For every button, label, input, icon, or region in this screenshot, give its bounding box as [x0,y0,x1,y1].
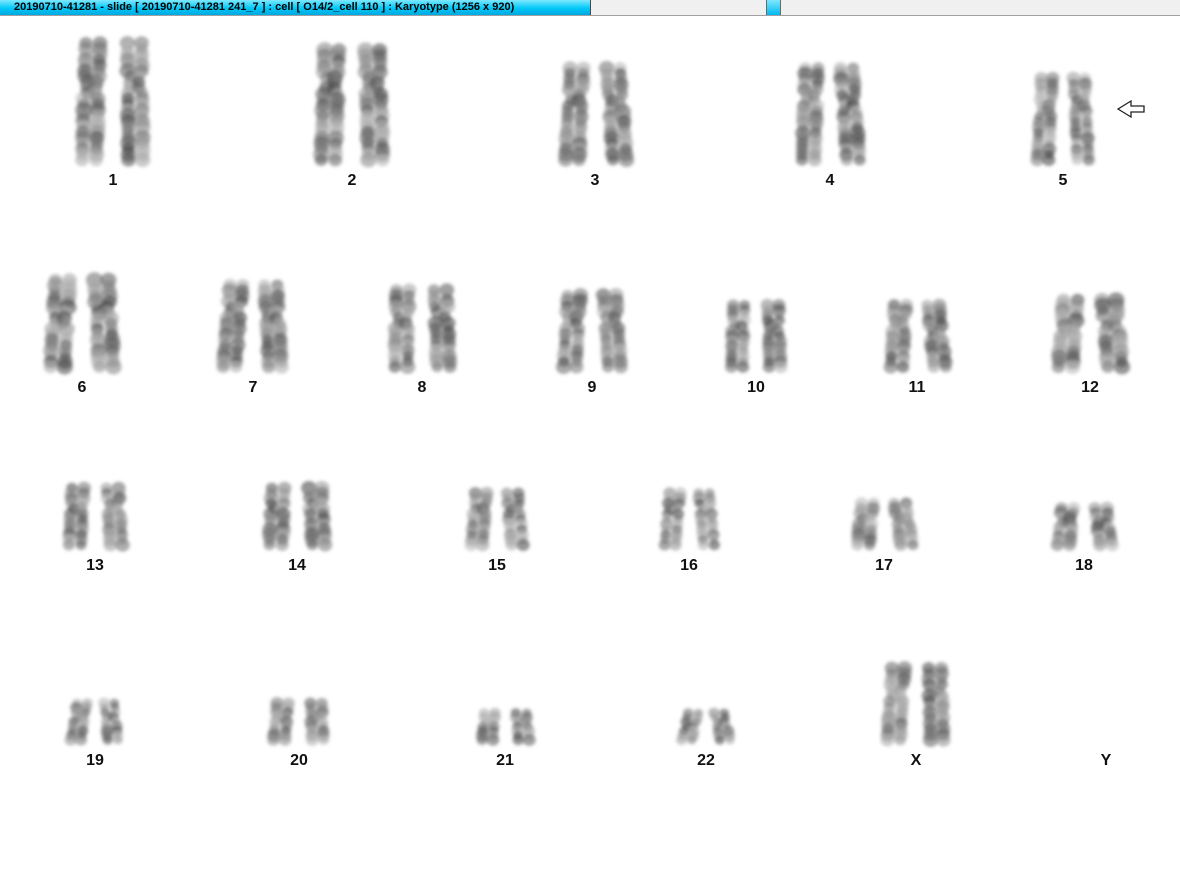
chromosome-pair-13[interactable] [48,481,143,552]
chromosome-pair-5[interactable] [1018,71,1108,167]
chromosome-label: 7 [248,379,258,396]
chromosome-label: Y [1100,752,1112,769]
chromosome-pair-22[interactable] [666,707,746,745]
window-titlebar[interactable]: 20190710-41281 - slide [ 20190710-41281 … [0,0,1180,16]
chromosome-image [387,283,458,374]
chromosome-image [658,487,720,551]
chromosome-label: 3 [590,172,600,189]
title-highlight: 20190710-41281 - slide [ 20190710-41281 … [0,0,591,15]
chromosome-pair-1[interactable] [58,36,168,167]
chromosome-pair-8[interactable] [372,283,472,374]
chromosome-label: 6 [77,379,87,396]
chromosome-image [464,486,530,552]
chromosome-label: 21 [496,752,514,769]
chromosome-pair-21[interactable] [463,707,548,746]
chromosome-label: 13 [86,557,104,574]
chromosome-label: 10 [747,379,765,396]
chromosome-label: 12 [1081,379,1099,396]
chromosome-image [1030,71,1095,167]
chromosome-pair-11[interactable] [870,298,965,374]
chromosome-image [795,62,866,167]
chromosome-pair-7[interactable] [203,278,303,374]
chromosome-label: 19 [86,752,104,769]
title-position-marker [766,0,781,15]
chromosome-label: 11 [908,379,926,396]
chromosome-image [880,661,951,747]
chromosome-image [61,481,130,552]
chromosome-pair-14[interactable] [247,481,347,552]
chromosome-pair-15[interactable] [452,486,542,552]
hollow-arrow-left-icon[interactable] [1116,99,1145,119]
chromosome-image [312,42,391,168]
chromosome-pair-2[interactable] [297,42,407,168]
chromosome-pair-9[interactable] [542,288,642,374]
chromosome-pair-3[interactable] [543,60,648,167]
chromosome-label: 22 [697,752,715,769]
chromosome-image [43,272,122,375]
chromosome-image [555,288,628,374]
chromosome-pair-10[interactable] [711,298,801,374]
chromosome-image [676,707,735,745]
chromosome-label: 9 [587,379,597,396]
chromosome-image [75,36,151,167]
window-title: 20190710-41281 - slide [ 20190710-41281 … [14,1,515,13]
chromosome-image [725,298,788,374]
chromosome-label: 16 [680,557,698,574]
chromosome-image [267,697,330,746]
chromosome-label: X [910,752,922,769]
chromosome-pair-4[interactable] [780,62,880,167]
chromosome-image [557,60,634,167]
chromosome-image [883,298,952,374]
chromosome-image [262,481,333,552]
chromosome-pair-16[interactable] [647,487,732,551]
chromosome-pair-17[interactable] [837,497,932,551]
chromosome-label: 5 [1058,172,1068,189]
chromosome-label: 20 [290,752,308,769]
chromosome-label: 17 [875,557,893,574]
chromosome-image [1050,501,1119,552]
chromosome-label: 18 [1075,557,1093,574]
chromosome-label: 14 [288,557,306,574]
chromosome-pair-20[interactable] [254,697,344,746]
chromosome-pair-12[interactable] [1035,292,1145,375]
chromosome-label: 4 [825,172,835,189]
chromosome-pair-18[interactable] [1037,501,1132,552]
chromosome-label: 1 [108,172,118,189]
chromosome-pair-19[interactable] [55,697,135,746]
chromosome-label: 8 [417,379,427,396]
chromosome-label: 2 [347,172,357,189]
chromosome-pair-x[interactable] [866,661,966,747]
chromosome-image [850,497,919,551]
chromosome-image [64,697,124,746]
chromosome-image [1051,292,1131,375]
chromosome-pair-6[interactable] [27,272,137,375]
chromosome-image [216,278,289,374]
chromosome-label: 15 [488,557,506,574]
chromosome-image [475,707,536,746]
